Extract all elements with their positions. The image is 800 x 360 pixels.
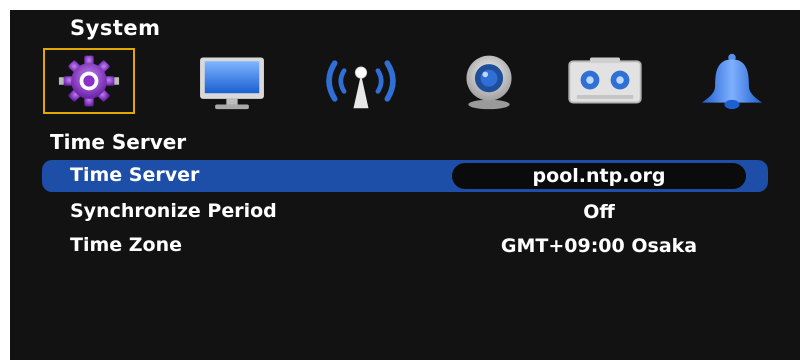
monitor-icon [200,57,264,110]
tab-record[interactable] [559,48,651,114]
tab-camera[interactable] [443,48,535,114]
gear-icon [58,55,120,107]
dvr-settings-screen: System Time Server Time Server pool.ntp.… [10,10,800,360]
network-antenna-icon [326,60,396,109]
section-title: Time Server [50,130,187,154]
time-server-value-field[interactable]: pool.ntp.org [452,163,746,189]
recorder-icon [568,57,642,104]
time-zone-value[interactable]: GMT+09:00 Osaka [452,233,746,259]
setting-row-time-server[interactable]: Time Server pool.ntp.org [42,160,768,192]
synchronize-period-value[interactable]: Off [452,199,746,225]
setting-label: Time Server [70,164,200,186]
setting-row-time-zone[interactable]: Time Zone GMT+09:00 Osaka [42,230,768,262]
webcam-icon [466,55,512,110]
setting-label: Synchronize Period [70,200,277,222]
bell-icon [701,53,763,110]
setting-row-synchronize-period[interactable]: Synchronize Period Off [42,196,768,228]
tab-display[interactable] [186,48,278,114]
category-icon-bar [10,10,800,120]
tab-alarm[interactable] [686,48,778,114]
setting-label: Time Zone [70,234,183,256]
tab-system[interactable] [43,48,135,114]
tab-network[interactable] [315,48,407,114]
